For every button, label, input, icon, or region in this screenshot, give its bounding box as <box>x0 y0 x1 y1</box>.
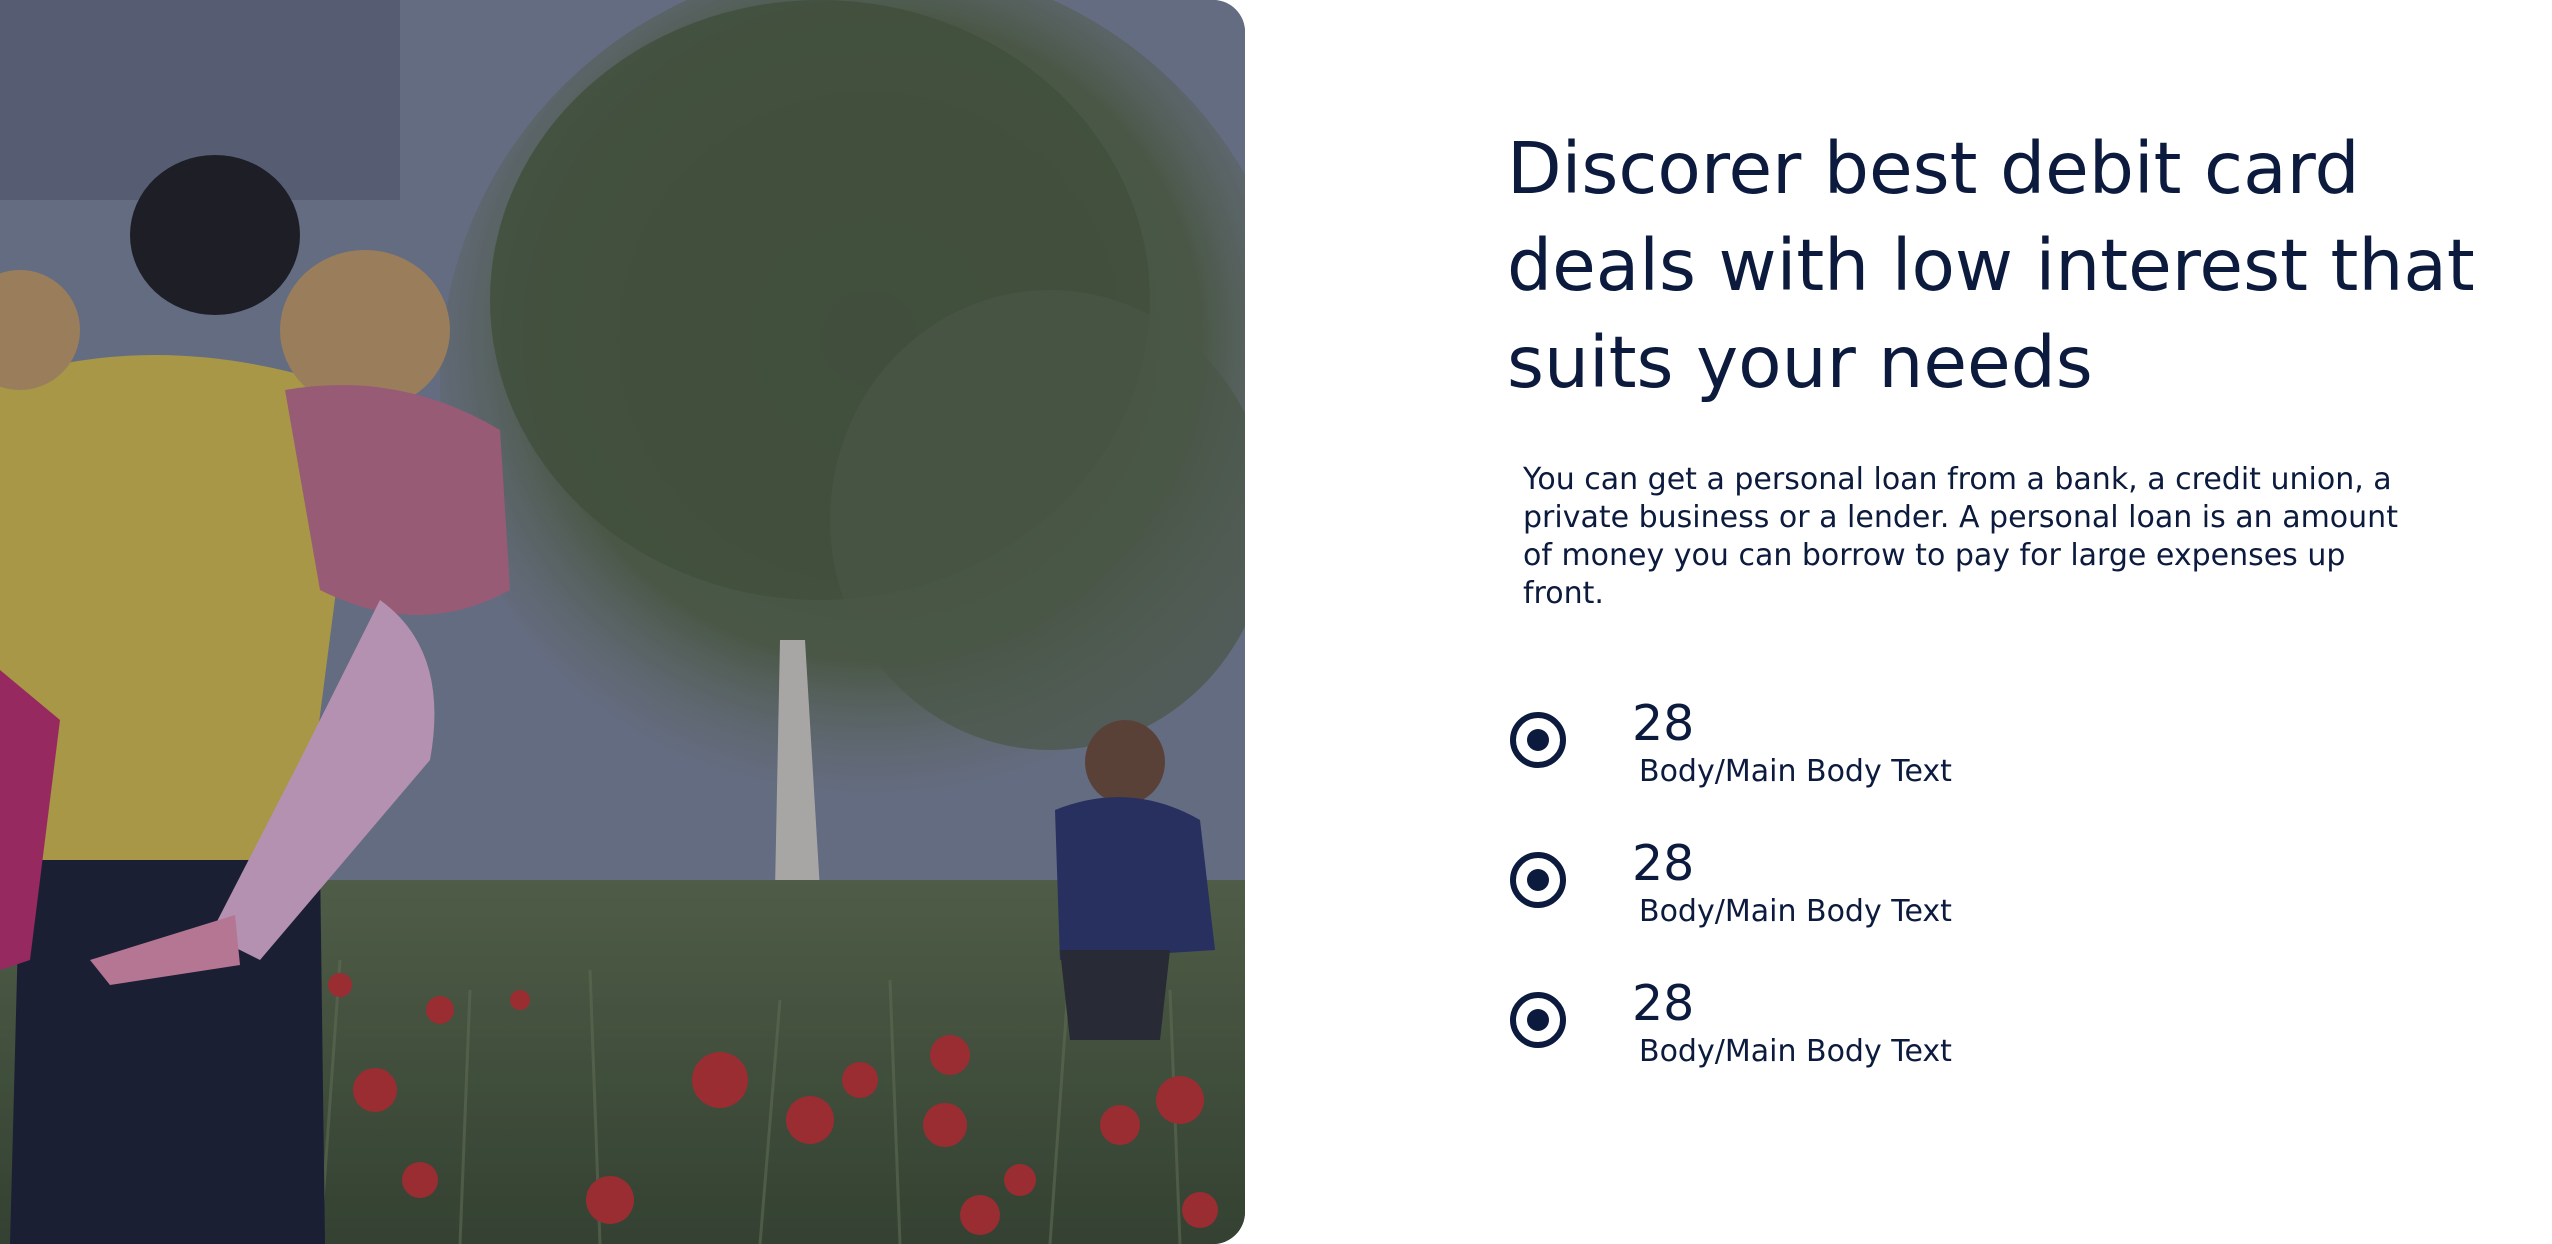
radio-dot <box>1527 729 1549 751</box>
feature-item: 28 Body/Main Body Text <box>1510 694 2410 834</box>
headline-line-1: Discorer best debit card <box>1507 127 2360 210</box>
description: You can get a personal loan from a bank,… <box>1523 462 2398 611</box>
headline-line-3: suits your needs <box>1507 321 2093 404</box>
radio-selected-icon[interactable] <box>1510 712 1566 768</box>
feature-value: 28 <box>1632 835 1695 892</box>
hero-photo-illustration <box>0 0 1245 1244</box>
radio-selected-icon[interactable] <box>1510 852 1566 908</box>
radio-selected-icon[interactable] <box>1510 992 1566 1048</box>
headline-line-2: deals with low interest that <box>1507 224 2475 307</box>
feature-list: 28 Body/Main Body Text 28 Body/Main Body… <box>1510 694 2410 1114</box>
feature-label: Body/Main Body Text <box>1639 1034 1952 1069</box>
radio-dot <box>1527 869 1549 891</box>
radio-dot <box>1527 1009 1549 1031</box>
feature-item: 28 Body/Main Body Text <box>1510 834 2410 974</box>
feature-label: Body/Main Body Text <box>1639 754 1952 789</box>
headline: Discorer best debit card deals with low … <box>1507 120 2487 411</box>
feature-value: 28 <box>1632 975 1695 1032</box>
feature-value: 28 <box>1632 695 1695 752</box>
hero-image <box>0 0 1245 1244</box>
page: Discorer best debit card deals with low … <box>0 0 2552 1244</box>
feature-label: Body/Main Body Text <box>1639 894 1952 929</box>
feature-item: 28 Body/Main Body Text <box>1510 974 2410 1114</box>
